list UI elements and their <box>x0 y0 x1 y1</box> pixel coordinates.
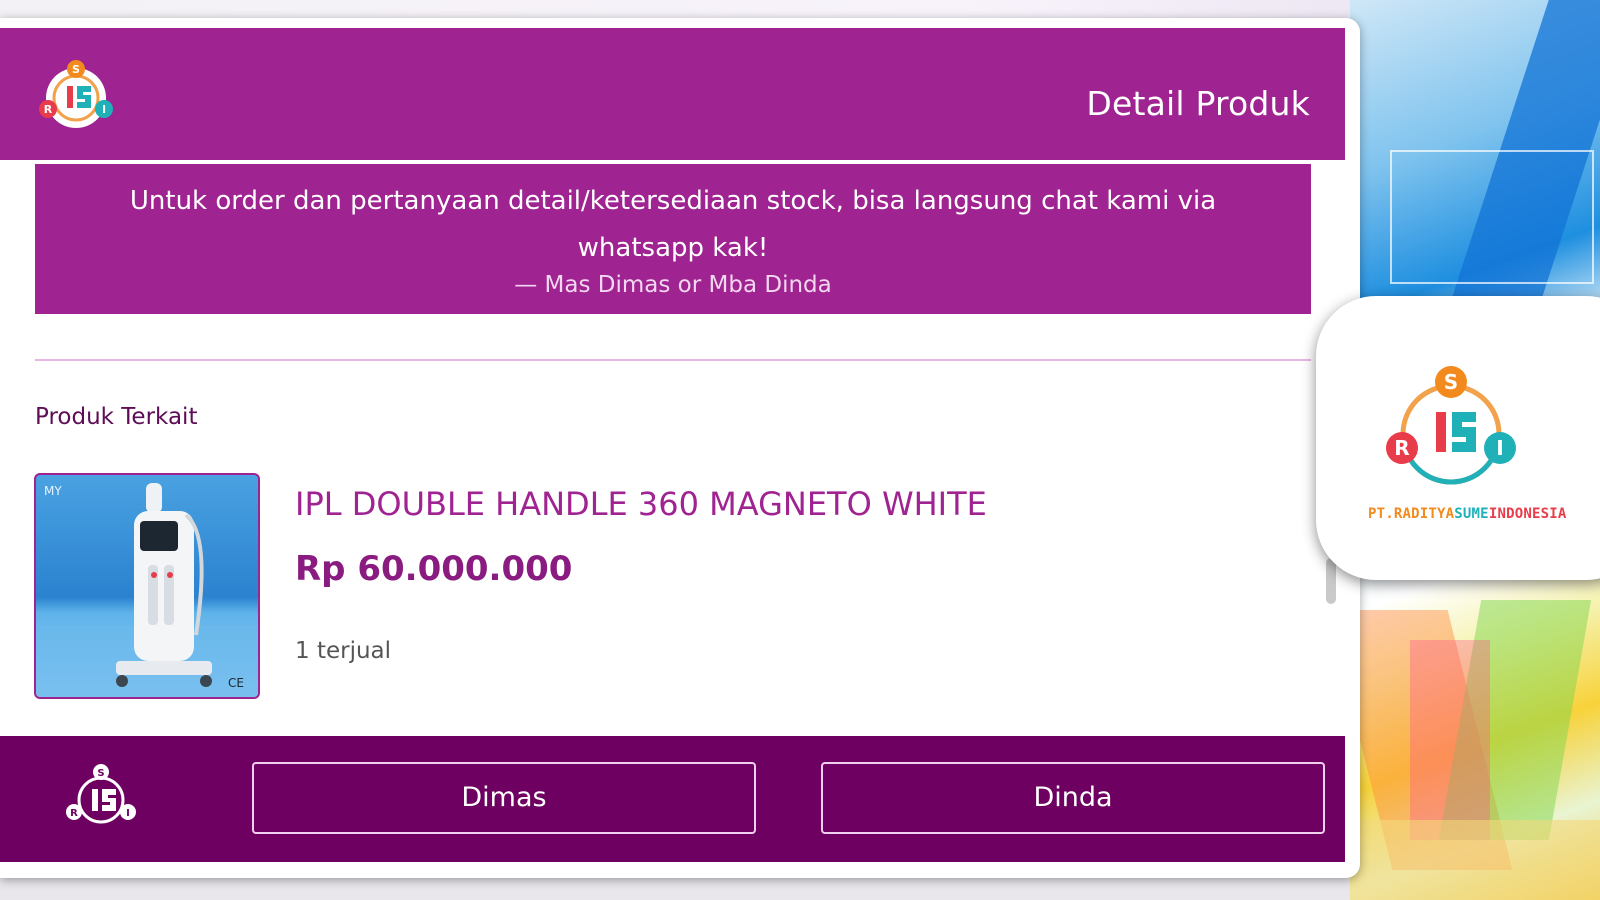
chat-dinda-button[interactable]: Dinda <box>821 762 1325 834</box>
app-window: S R I Detail Produk Untuk order dan pert… <box>0 18 1360 878</box>
svg-text:I: I <box>102 103 106 116</box>
company-caption-part2: SUME <box>1454 506 1489 522</box>
related-products-label: Produk Terkait <box>35 404 198 430</box>
product-price: Rp 60.000.000 <box>295 549 573 589</box>
svg-text:R: R <box>1394 436 1409 460</box>
company-caption-part3: INDONESIA <box>1488 506 1567 522</box>
svg-text:S: S <box>72 63 80 76</box>
company-logo-card: S R I PT.RADITYASUMEINDONESIA <box>1316 296 1600 580</box>
svg-text:CE: CE <box>228 676 244 690</box>
app-footer: S R I Dimas Dinda <box>0 736 1345 862</box>
company-caption: PT.RADITYASUMEINDONESIA <box>1368 506 1566 522</box>
svg-text:R: R <box>70 808 78 819</box>
app-header: S R I Detail Produk <box>0 28 1345 160</box>
section-divider <box>35 359 1311 361</box>
chat-dimas-button[interactable]: Dimas <box>252 762 756 834</box>
svg-text:R: R <box>44 103 53 116</box>
product-sold-count: 1 terjual <box>295 638 392 664</box>
scrollbar-thumb[interactable] <box>1326 558 1336 604</box>
company-caption-part1: PT.RADITYA <box>1368 506 1455 522</box>
notice-text: Untuk order dan pertanyaan detail/keters… <box>129 186 1217 263</box>
svg-text:S: S <box>97 768 104 779</box>
rsi-company-logo-icon: S R I <box>1386 366 1516 485</box>
svg-text:MY: MY <box>44 484 62 498</box>
rsi-logo-white-icon[interactable]: S R I <box>60 758 142 840</box>
notice-author: — Mas Dimas or Mba Dinda <box>514 272 832 298</box>
svg-text:I: I <box>1496 436 1503 460</box>
product-name-link[interactable]: IPL DOUBLE HANDLE 360 MAGNETO WHITE <box>295 485 987 523</box>
order-notice: Untuk order dan pertanyaan detail/keters… <box>35 164 1311 314</box>
page-title: Detail Produk <box>1086 84 1310 123</box>
ipl-machine-image: MY CE <box>36 483 258 697</box>
svg-text:I: I <box>126 808 130 819</box>
product-image[interactable]: MY CE <box>34 473 260 699</box>
rsi-logo-icon[interactable]: S R I <box>34 54 118 138</box>
svg-text:S: S <box>1444 370 1458 394</box>
